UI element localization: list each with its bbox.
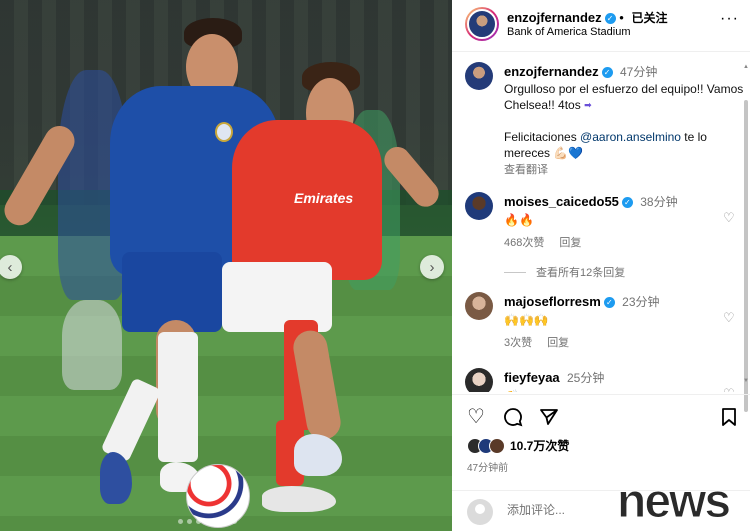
comment-time: 25分钟 xyxy=(567,371,605,385)
liker-avatar xyxy=(489,437,505,454)
commenter-username[interactable]: majoseflorresm xyxy=(504,294,601,309)
carousel-dot[interactable] xyxy=(214,519,219,524)
post-side-panel: enzojfernandez ✓ • 已关注 Bank of America St… xyxy=(452,0,750,531)
view-replies-label: 查看所有12条回复 xyxy=(536,267,626,279)
header-separator: • xyxy=(619,10,624,25)
view-replies-button[interactable]: 查看所有12条回复 xyxy=(504,264,625,280)
carousel-dots xyxy=(178,519,237,524)
location-link[interactable]: Bank of America Stadium xyxy=(507,26,631,38)
comment-body: fieyfeyaa 25分钟 👏 xyxy=(504,370,709,392)
post-header: enzojfernandez ✓ • 已关注 Bank of America St… xyxy=(452,0,750,52)
comment-text: 🙌🙌🙌 xyxy=(504,313,549,327)
comment-text: 👏 xyxy=(504,388,709,392)
post-actions: ♡ 10.7万次赞 47分钟前 xyxy=(452,394,750,474)
see-translation-link[interactable]: 查看翻译 xyxy=(504,162,749,178)
verified-badge-icon: ✓ xyxy=(603,297,615,308)
comments-scrollbar[interactable]: ▲ ▼ xyxy=(743,64,749,412)
comment-text: 🔥🔥 xyxy=(504,213,534,227)
verified-badge-icon: ✓ xyxy=(604,13,616,24)
caption-text-prefix: Felicitaciones xyxy=(504,130,577,144)
comment-time: 38分钟 xyxy=(640,195,678,209)
caption-text-line1: Orgulloso por el esfuerzo del equipo!! V… xyxy=(504,81,749,113)
carousel-dot-active[interactable] xyxy=(205,519,210,524)
follow-status-button[interactable]: 已关注 xyxy=(631,11,667,25)
current-user-avatar xyxy=(467,499,493,525)
share-icon[interactable] xyxy=(539,407,559,431)
posted-time: 47分钟前 xyxy=(467,463,509,474)
author-line: enzojfernandez ✓ • 已关注 xyxy=(507,9,667,26)
author-username[interactable]: enzojfernandez xyxy=(507,10,602,25)
scroll-down-icon[interactable]: ▼ xyxy=(743,378,749,384)
scroll-up-icon[interactable]: ▲ xyxy=(743,64,749,70)
comment-time: 23分钟 xyxy=(622,295,660,309)
background-player-legs xyxy=(62,300,122,390)
chevron-right-icon[interactable]: › xyxy=(420,255,444,279)
carousel-dot[interactable] xyxy=(187,519,192,524)
more-horizontal-icon[interactable]: ··· xyxy=(720,10,739,28)
commenter-username[interactable]: fieyfeyaa xyxy=(504,370,560,385)
caption-username[interactable]: enzojfernandez xyxy=(504,64,599,79)
comment-likes[interactable]: 468次赞 xyxy=(504,237,544,249)
likes-count[interactable]: 10.7万次赞 xyxy=(510,437,569,454)
comment-meta: 3次赞 回复 xyxy=(504,334,581,350)
comment-item: fieyfeyaa 25分钟 👏 ♡ xyxy=(465,368,735,392)
scroll-thumb[interactable] xyxy=(744,100,748,412)
reply-button[interactable]: 回复 xyxy=(547,337,569,349)
author-avatar[interactable] xyxy=(465,7,499,41)
mention-link[interactable]: @aaron.anselmino xyxy=(580,130,681,144)
heart-icon[interactable]: ♡ xyxy=(723,386,735,392)
carousel-dot[interactable] xyxy=(196,519,201,524)
post-photo[interactable]: Emirates ‹ › xyxy=(0,0,452,531)
comment-likes[interactable]: 3次赞 xyxy=(504,337,532,349)
comment-icon[interactable] xyxy=(503,407,523,431)
carousel-dot[interactable] xyxy=(178,519,183,524)
soon-arrow-icon: ➡ xyxy=(584,100,592,110)
player-sock xyxy=(158,332,198,462)
caption-author-avatar[interactable] xyxy=(465,62,493,90)
commenter-avatar[interactable] xyxy=(465,292,493,320)
comment-body: moises_caicedo55 ✓ 38分钟 🔥🔥 xyxy=(504,194,709,228)
commenter-avatar[interactable] xyxy=(465,368,493,392)
carousel-dot[interactable] xyxy=(223,519,228,524)
caption-body: enzojfernandez ✓ 47分钟 Orgulloso por el es… xyxy=(504,64,749,178)
caption-time: 47分钟 xyxy=(619,65,658,79)
likes-summary[interactable]: 10.7万次赞 xyxy=(467,437,569,454)
reply-button[interactable]: 回复 xyxy=(559,237,581,249)
caption-emoji: 💪🏻💙 xyxy=(553,146,584,160)
chelsea-crest xyxy=(215,122,233,142)
shirt-sponsor: Emirates xyxy=(294,190,354,206)
comment-body: majoseflorresm ✓ 23分钟 🙌🙌🙌 xyxy=(504,294,709,328)
heart-icon[interactable]: ♡ xyxy=(723,310,737,325)
heart-icon[interactable]: ♡ xyxy=(723,210,737,225)
news-watermark: news xyxy=(616,475,731,528)
heart-icon[interactable]: ♡ xyxy=(467,407,485,427)
commenter-username[interactable]: moises_caicedo55 xyxy=(504,194,619,209)
commenter-avatar[interactable] xyxy=(465,192,493,220)
caption-text: Orgulloso por el esfuerzo del equipo!! V… xyxy=(504,82,744,112)
bookmark-icon[interactable] xyxy=(720,407,738,431)
caption-text-line2: Felicitaciones @aaron.anselmino te lo me… xyxy=(504,129,749,161)
carousel-dot[interactable] xyxy=(232,519,237,524)
verified-badge-icon: ✓ xyxy=(621,197,633,208)
verified-badge-icon: ✓ xyxy=(601,67,613,78)
comment-meta: 468次赞 回复 xyxy=(504,234,593,250)
